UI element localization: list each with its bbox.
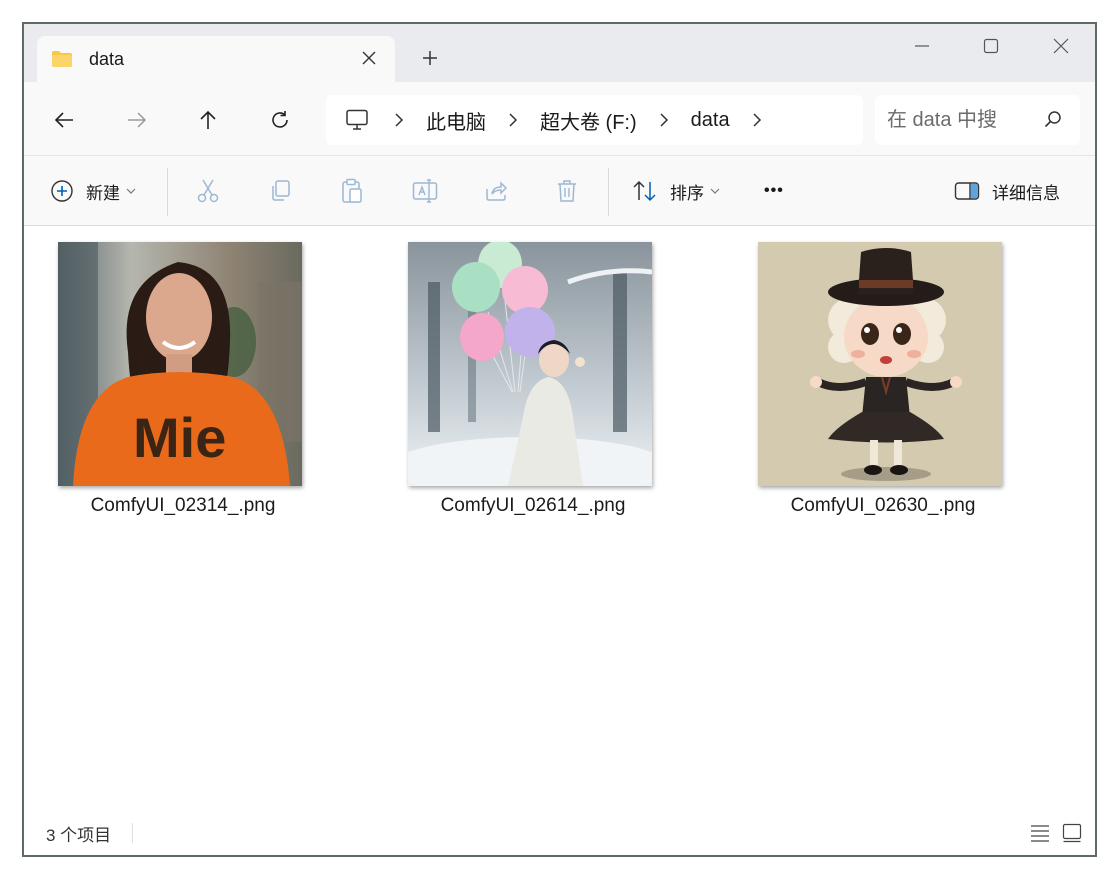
close-tab-icon[interactable] — [357, 46, 381, 70]
file-item[interactable]: ComfyUI_02614_.png — [408, 242, 654, 517]
toolbar-divider — [167, 168, 168, 216]
computer-icon — [344, 107, 370, 133]
arrow-right-icon — [128, 112, 147, 128]
file-item[interactable]: Mie ComfyUI_02314_.png — [58, 242, 304, 517]
refresh-icon — [272, 111, 288, 128]
sort-button[interactable]: 排序 — [632, 174, 720, 208]
scissors-icon — [197, 179, 219, 203]
sort-label: 排序 — [670, 183, 704, 203]
details-pane-button[interactable]: 详细信息 — [954, 174, 1060, 208]
new-button[interactable]: 新建 — [50, 174, 136, 208]
more-options-button[interactable]: ••• — [764, 174, 784, 208]
new-tab-button[interactable] — [418, 46, 442, 70]
file-item[interactable]: ComfyUI_02630_.png — [758, 242, 1004, 517]
details-label: 详细信息 — [992, 183, 1060, 203]
chevron-down-icon — [710, 185, 720, 197]
chevron-right-icon[interactable] — [388, 113, 410, 127]
arrow-up-icon — [200, 110, 216, 129]
chevron-down-icon — [126, 185, 136, 197]
trash-icon — [558, 180, 576, 202]
paste-button[interactable] — [340, 174, 364, 208]
share-button[interactable] — [484, 174, 508, 208]
svg-text:Mie: Mie — [133, 406, 226, 469]
large-icons-view-button[interactable] — [1060, 821, 1084, 845]
refresh-button[interactable] — [262, 102, 298, 138]
file-name[interactable]: ComfyUI_02314_.png — [58, 495, 308, 517]
image-thumbnail[interactable] — [758, 242, 1002, 486]
list-view-icon — [1031, 825, 1049, 842]
add-circle-icon — [51, 180, 73, 202]
command-bar: 新建 排序 ••• 详细信息 — [24, 156, 1095, 226]
breadcrumb-drive[interactable]: 超大卷 (F:) — [524, 106, 653, 135]
delete-button[interactable] — [556, 174, 578, 208]
more-icon: ••• — [764, 182, 784, 199]
breadcrumb-data[interactable]: data — [675, 109, 746, 132]
minimize-button[interactable] — [902, 34, 942, 58]
rename-icon — [412, 179, 438, 203]
close-window-button[interactable] — [1041, 34, 1081, 58]
chevron-right-icon[interactable] — [502, 113, 524, 127]
cut-button[interactable] — [196, 174, 220, 208]
file-list: Mie ComfyUI_02314_.png ComfyUI_02614_.pn… — [24, 227, 1095, 817]
folder-icon — [51, 50, 73, 67]
details-pane-icon — [954, 182, 980, 200]
item-count: 3 个项目 — [46, 826, 112, 845]
chevron-right-icon[interactable] — [746, 113, 768, 127]
search-icon[interactable] — [1044, 110, 1064, 130]
tab-title: data — [89, 49, 125, 69]
status-bar: 3 个项目 — [24, 815, 1095, 855]
up-button[interactable] — [190, 102, 226, 138]
address-bar[interactable]: 此电脑 超大卷 (F:) data — [326, 95, 863, 145]
toolbar-divider — [608, 168, 609, 216]
forward-button[interactable] — [119, 102, 155, 138]
tab-data[interactable]: data — [37, 36, 395, 82]
maximize-button[interactable] — [971, 34, 1011, 58]
rename-button[interactable] — [412, 174, 438, 208]
back-button[interactable] — [46, 102, 82, 138]
clipboard-icon — [342, 178, 362, 203]
file-explorer-window: data 此电脑 超大卷 (F:) data 在 data 中搜 新建 排序 •… — [22, 22, 1097, 857]
breadcrumb-this-pc[interactable]: 此电脑 — [410, 106, 502, 135]
arrow-left-icon — [54, 112, 73, 128]
navigation-bar: 此电脑 超大卷 (F:) data — [24, 82, 1095, 156]
chevron-right-icon[interactable] — [653, 113, 675, 127]
search-input[interactable] — [887, 103, 1037, 137]
file-name[interactable]: ComfyUI_02630_.png — [758, 495, 1008, 517]
new-label: 新建 — [86, 183, 120, 203]
copy-button[interactable] — [268, 174, 292, 208]
image-thumbnail[interactable]: Mie — [58, 242, 302, 486]
sort-icon — [633, 180, 656, 202]
search-box[interactable] — [875, 95, 1080, 145]
share-icon — [486, 181, 508, 201]
status-divider — [132, 823, 133, 843]
image-thumbnail[interactable] — [408, 242, 652, 486]
file-name[interactable]: ComfyUI_02614_.png — [408, 495, 658, 517]
copy-icon — [272, 180, 290, 201]
details-view-button[interactable] — [1028, 821, 1052, 845]
title-bar: data — [24, 24, 1095, 82]
tiles-view-icon — [1062, 823, 1082, 843]
